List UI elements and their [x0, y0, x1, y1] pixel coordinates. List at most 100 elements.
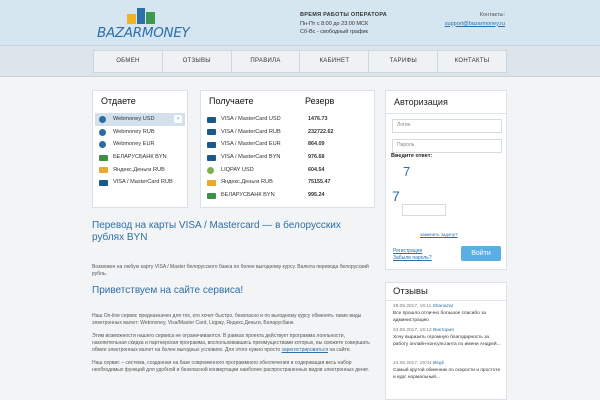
- body-paragraph-3: Наш сервис – система, созданная на базе …: [92, 360, 369, 373]
- nav-reviews[interactable]: ОТЗЫВЫ: [163, 51, 232, 72]
- webmoney-icon: [99, 128, 106, 136]
- get-item-card-usd[interactable]: VISA / MasterCard USD 1476.73: [203, 113, 372, 126]
- belarusbank-icon: [99, 154, 108, 161]
- give-item-label: БЕЛАРУСБАНК BYN: [113, 154, 167, 161]
- divider: [386, 113, 506, 114]
- captcha-answer-input[interactable]: [402, 204, 446, 216]
- give-item-webmoney-eur[interactable]: Webmoney EUR: [95, 138, 185, 151]
- reserve-value: 75155.47: [308, 179, 331, 186]
- support-email-link[interactable]: support@bazarmoney.ru: [445, 21, 505, 27]
- main-nav: ОБМЕН ОТЗЫВЫ ПРАВИЛА КАБИНЕТ ТАРИФЫ КОНТ…: [93, 50, 507, 73]
- get-item-label: VISA / MasterCard EUR: [221, 141, 281, 148]
- review-date: 24.06.2017, 15:04: [393, 361, 432, 366]
- give-item-yandex-rub[interactable]: Яндекс.Деньги RUB: [95, 164, 185, 177]
- reserve-value: 232722.62: [308, 128, 334, 135]
- review-item: 29.06.2017, 16:11 Shanazar Все прошло от…: [393, 304, 503, 324]
- get-item-belarusbank-byn[interactable]: БЕЛАРУСБАНК BYN 995.24: [203, 189, 372, 202]
- chevron-right-icon: ›: [174, 115, 182, 123]
- body-paragraph-2-text: Этим возможности нашего сервиса не огран…: [92, 333, 370, 353]
- review-author: Виктория: [433, 328, 454, 333]
- captcha-refresh-link[interactable]: заменить задачу?: [420, 232, 458, 237]
- review-text: Хочу выразить огромную благодарность за …: [393, 334, 501, 347]
- get-item-label: LIQPAY USD: [221, 166, 254, 173]
- page-heading: Перевод на карты VISA / Mastercard — в б…: [92, 220, 341, 243]
- forgot-password-link[interactable]: Забыли пароль?: [393, 255, 432, 262]
- webmoney-icon: [99, 141, 106, 149]
- body-paragraph-2: Этим возможности нашего сервиса не огран…: [92, 333, 374, 354]
- schedule-title: ВРЕМЯ РАБОТЫ ОПЕРАТОРА: [300, 12, 388, 18]
- description-text: Наш On-line сервис предназначен для тех,…: [92, 313, 374, 374]
- reserve-value: 1476.73: [308, 116, 328, 122]
- belarusbank-icon: [207, 192, 216, 199]
- review-date: 24.06.2017, 15:12: [393, 328, 432, 333]
- reviews-title: Отзывы: [393, 286, 428, 297]
- site-header: BAZARMONEY ВРЕМЯ РАБОТЫ ОПЕРАТОРА Пн-Пт …: [0, 0, 600, 45]
- give-item-card-rub[interactable]: VISA / MasterCard RUB: [95, 176, 185, 189]
- schedule-weekdays: Пн-Пт с 8:00 до 23:00 МСК: [300, 20, 369, 27]
- password-input[interactable]: Пароль: [392, 139, 502, 153]
- nav-rules[interactable]: ПРАВИЛА: [232, 51, 301, 72]
- login-input[interactable]: Логин: [392, 119, 502, 133]
- nav-cabinet[interactable]: КАБИНЕТ: [300, 51, 370, 72]
- header-contacts: Контакты: support@bazarmoney.ru: [445, 11, 505, 28]
- get-item-yandex-rub[interactable]: Яндекс.Деньги RUB 75155.47: [203, 176, 372, 189]
- yandex-money-icon: [99, 167, 108, 174]
- review-meta: 24.06.2017, 15:04 Begli: [393, 361, 503, 368]
- review-text: Все прошло отлично большое спасибо за ад…: [393, 310, 486, 323]
- get-item-label: Яндекс.Деньги RUB: [221, 179, 273, 186]
- reserve-title: Резерв: [305, 96, 335, 106]
- give-item-webmoney-rub[interactable]: Webmoney RUB: [95, 126, 185, 139]
- review-item: 24.06.2017, 15:12 Виктория Хочу выразить…: [393, 328, 503, 348]
- review-meta: 29.06.2017, 16:11 Shanazar: [393, 304, 503, 311]
- contacts-label: Контакты:: [479, 12, 505, 18]
- captcha-value-2: 7: [392, 188, 400, 204]
- main-nav-bar: ОБМЕН ОТЗЫВЫ ПРАВИЛА КАБИНЕТ ТАРИФЫ КОНТ…: [0, 45, 600, 77]
- yandex-money-icon: [207, 179, 216, 186]
- login-panel: Авторизация Логин Пароль: [385, 90, 507, 270]
- card-icon: [207, 141, 216, 148]
- operator-schedule: ВРЕМЯ РАБОТЫ ОПЕРАТОРА Пн-Пт с 8:00 до 2…: [300, 11, 387, 37]
- nav-contacts[interactable]: КОНТАКТЫ: [438, 51, 506, 72]
- body-paragraph-1: Наш On-line сервис предназначен для тех,…: [92, 313, 362, 326]
- give-item-label: Яндекс.Деньги RUB: [113, 166, 165, 173]
- give-item-label: VISA / MasterCard RUB: [113, 179, 173, 186]
- login-button[interactable]: Войти: [461, 246, 501, 261]
- captcha-value-1: 7: [403, 164, 411, 179]
- card-icon: [207, 129, 216, 136]
- nav-tariffs[interactable]: ТАРИФЫ: [369, 51, 439, 72]
- get-currency-panel: Получаете Резерв VISA / MasterCard USD 14…: [200, 90, 375, 208]
- give-list: Webmoney USD › Webmoney RUB Webmoney EUR …: [95, 113, 185, 189]
- review-item: 24.06.2017, 15:04 Begli Самый крутой обм…: [393, 361, 503, 381]
- get-item-card-byn[interactable]: VISA / MasterCard BYN 976.68: [203, 151, 372, 164]
- captcha-label: Введите ответ:: [391, 153, 433, 159]
- get-item-liqpay-usd[interactable]: LIQPAY USD 604.54: [203, 164, 372, 177]
- site-logo[interactable]: BAZARMONEY: [97, 8, 193, 42]
- card-icon: [99, 179, 108, 186]
- auth-links: Регистрация Забыли пароль?: [393, 248, 432, 262]
- body-paragraph-2-end: на сайте.: [329, 347, 351, 353]
- register-inline-link[interactable]: зарегистрироваться: [282, 347, 329, 353]
- logo-graphic-icon: [127, 8, 155, 24]
- give-title: Отдаете: [101, 96, 136, 106]
- review-text: Самый крутой обменник по скорости и прос…: [393, 367, 501, 380]
- reviews-panel: Отзывы 29.06.2017, 16:11 Shanazar Все пр…: [385, 282, 507, 400]
- review-author: Shanazar: [432, 304, 454, 309]
- webmoney-icon: [99, 116, 106, 123]
- give-item-webmoney-usd[interactable]: Webmoney USD ›: [95, 113, 185, 126]
- card-icon: [207, 154, 216, 161]
- reserve-value: 976.68: [308, 154, 325, 161]
- card-icon: [207, 116, 216, 123]
- nav-exchange[interactable]: ОБМЕН: [94, 51, 163, 72]
- intro-text: Возможен на любую карту VISA / Master бе…: [92, 264, 369, 277]
- register-link[interactable]: Регистрация: [393, 248, 432, 255]
- welcome-heading: Приветствуем на сайте сервиса!: [92, 285, 244, 296]
- reserve-value: 864.09: [308, 141, 325, 148]
- review-meta: 24.06.2017, 15:12 Виктория: [393, 328, 503, 335]
- get-item-card-rub[interactable]: VISA / MasterCard RUB 232722.62: [203, 126, 372, 139]
- get-item-label: БЕЛАРУСБАНК BYN: [221, 192, 275, 199]
- give-item-label: Webmoney USD: [113, 116, 155, 122]
- reserve-value: 604.54: [308, 166, 325, 173]
- get-item-card-eur[interactable]: VISA / MasterCard EUR 864.09: [203, 138, 372, 151]
- give-item-belarusbank-byn[interactable]: БЕЛАРУСБАНК BYN: [95, 151, 185, 164]
- login-title: Авторизация: [394, 97, 448, 107]
